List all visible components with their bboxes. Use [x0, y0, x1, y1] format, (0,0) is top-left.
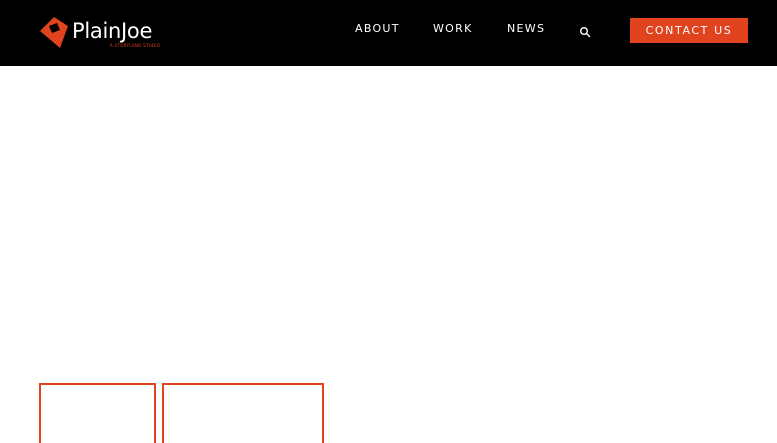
site-header: PlainJoe A STORYLAND STUDIO ABOUT WORK N… [0, 0, 777, 66]
logo-wordmark: PlainJoe [72, 19, 153, 43]
contact-us-button[interactable]: CONTACT US [630, 18, 748, 43]
site-logo[interactable]: PlainJoe A STORYLAND STUDIO [40, 17, 165, 51]
plainjoe-mark-icon [40, 17, 68, 48]
nav-about-link[interactable]: ABOUT [355, 22, 400, 35]
logo-tagline: A STORYLAND STUDIO [110, 43, 161, 48]
search-icon [580, 27, 591, 38]
nav-work-link[interactable]: WORK [433, 22, 473, 35]
feature-card[interactable] [162, 383, 324, 443]
feature-card[interactable] [39, 383, 156, 443]
search-button[interactable] [579, 23, 591, 38]
nav-news-link[interactable]: NEWS [507, 22, 545, 35]
